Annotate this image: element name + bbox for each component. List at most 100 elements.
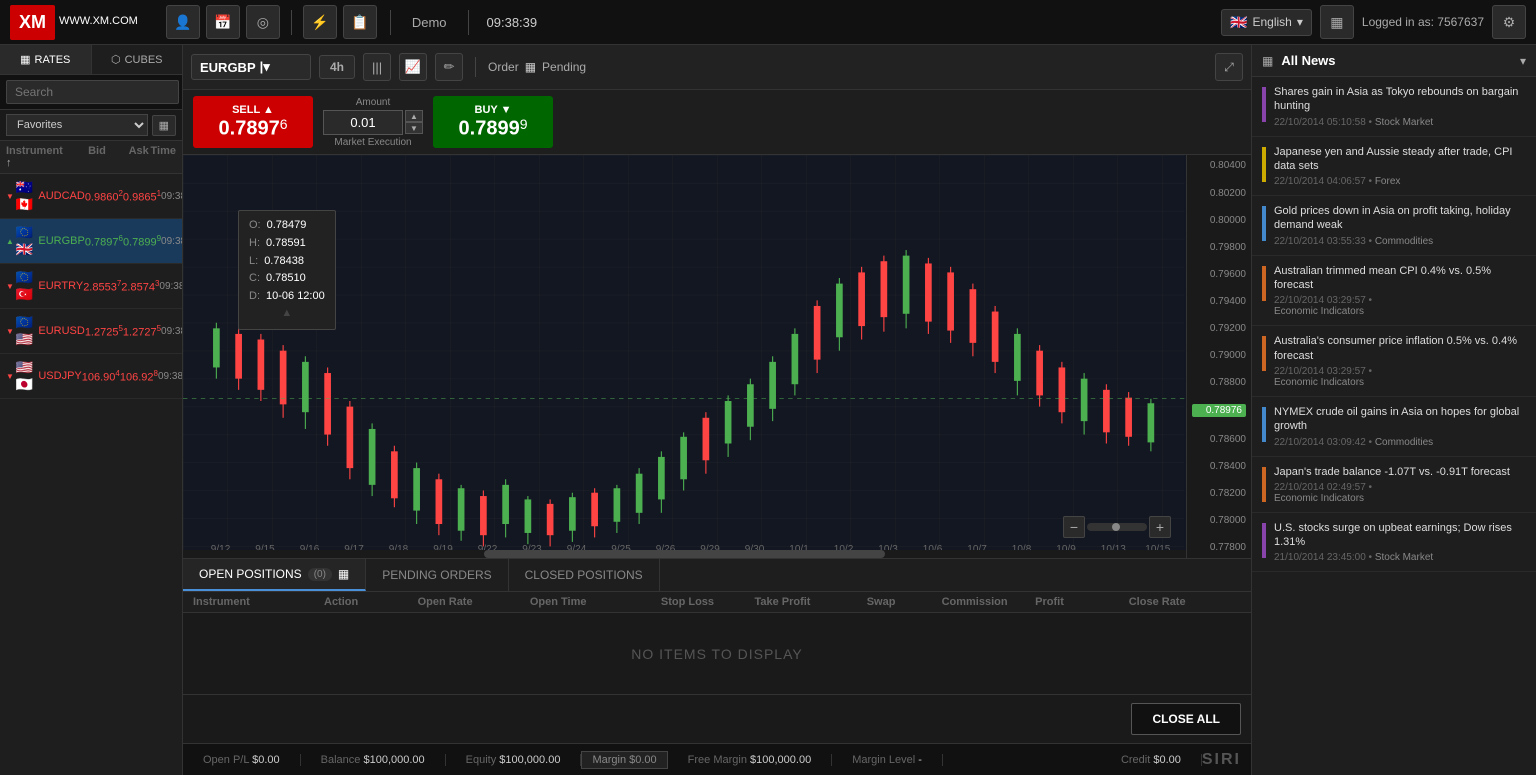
- tooltip-val-l: 0.78438: [264, 253, 304, 271]
- close-all-button[interactable]: CLOSE ALL: [1131, 703, 1241, 735]
- col-open-time: Open Time: [530, 596, 661, 608]
- list-item[interactable]: U.S. stocks surge on upbeat earnings; Do…: [1252, 513, 1536, 573]
- amount-input[interactable]: [323, 110, 403, 135]
- main-layout: ▦ RATES ⬡ CUBES 🔍 Favorites ▦ Instrument…: [0, 45, 1536, 775]
- circle-icon[interactable]: ◎: [246, 5, 280, 39]
- news-category: Economic Indicators: [1274, 306, 1364, 317]
- news-indicator: [1262, 266, 1266, 301]
- order-section: Order ▦ Pending: [488, 60, 586, 74]
- language-selector[interactable]: 🇬🇧 English ▾: [1221, 9, 1312, 36]
- instrument-bid: 0.98602: [85, 189, 123, 204]
- col-stop-loss: Stop Loss: [661, 596, 755, 608]
- tooltip-val-c: 0.78510: [266, 270, 306, 288]
- news-content: Gold prices down in Asia on profit takin…: [1274, 204, 1526, 247]
- list-item[interactable]: ▼ 🇪🇺🇺🇸 EURUSD 1.27255 1.27275 09:38: [0, 309, 182, 354]
- copy-icon[interactable]: 📋: [343, 5, 377, 39]
- news-indicator: [1262, 336, 1266, 371]
- pending-label: Pending: [542, 60, 586, 74]
- chart-scrollbar-thumb[interactable]: [484, 550, 885, 558]
- news-indicator: [1262, 147, 1266, 182]
- order-type-selector[interactable]: ▦: [525, 60, 536, 74]
- person-icon[interactable]: 👤: [166, 5, 200, 39]
- col-open-rate: Open Rate: [418, 596, 530, 608]
- price-label-4: 0.79800: [1192, 242, 1246, 253]
- lightning-icon[interactable]: ⚡: [303, 5, 337, 39]
- list-item[interactable]: Shares gain in Asia as Tokyo rebounds on…: [1252, 77, 1536, 137]
- equity-label: Equity: [466, 754, 500, 766]
- list-item[interactable]: Australia's consumer price inflation 0.5…: [1252, 326, 1536, 397]
- chart-area[interactable]: 9/12 9/15 9/16 9/17 9/18 9/19 9/22 9/23 …: [183, 155, 1251, 558]
- tab-closed-positions[interactable]: CLOSED POSITIONS: [509, 559, 660, 591]
- instrument-name: EURUSD: [38, 325, 84, 337]
- list-item[interactable]: ▼ 🇪🇺🇹🇷 EURTRY 2.85537 2.85743 09:38: [0, 264, 182, 309]
- search-input[interactable]: [6, 80, 179, 104]
- draw-icon[interactable]: ✏: [435, 53, 463, 81]
- amount-increment[interactable]: ▲: [405, 110, 423, 122]
- news-indicator: [1262, 523, 1266, 558]
- amount-section: Amount ▲ ▼ Market Execution: [323, 97, 423, 148]
- equity-status: Equity $100,000.00: [446, 754, 582, 766]
- tab-open-positions[interactable]: OPEN POSITIONS (0) ▦: [183, 559, 366, 591]
- chart-type-icon[interactable]: 📈: [399, 53, 427, 81]
- news-meta: 22/10/2014 03:09:42 • Commodities: [1274, 437, 1526, 448]
- list-item[interactable]: Gold prices down in Asia on profit takin…: [1252, 196, 1536, 256]
- logo-icon: XM: [10, 5, 55, 40]
- no-items-message: NO ITEMS TO DISPLAY: [183, 613, 1251, 694]
- instrument-name: USDJPY: [38, 370, 81, 382]
- news-category: Economic Indicators: [1274, 377, 1364, 388]
- instrument-name: EURGBP: [38, 235, 84, 247]
- amount-decrement[interactable]: ▼: [405, 122, 423, 134]
- news-dropdown-icon[interactable]: ▾: [1520, 54, 1526, 68]
- grid-view-button[interactable]: ▦: [152, 115, 176, 136]
- symbol-selector[interactable]: EURGBP |▾: [191, 54, 311, 80]
- chart-bars-icon[interactable]: |||: [363, 53, 391, 81]
- col-commission: Commission: [942, 596, 1036, 608]
- settings-icon[interactable]: ⚙: [1492, 5, 1526, 39]
- free-margin-label: Free Margin: [688, 754, 750, 766]
- chart-scrollbar[interactable]: [183, 550, 1186, 558]
- news-meta: 22/10/2014 02:49:57 •Economic Indicators: [1274, 482, 1526, 504]
- logo: XM WWW.XM.COM: [10, 5, 138, 40]
- table-icon: ▦: [338, 567, 349, 581]
- list-item[interactable]: NYMEX crude oil gains in Asia on hopes f…: [1252, 397, 1536, 457]
- status-bar: Open P/L $0.00 Balance $100,000.00 Equit…: [183, 743, 1251, 775]
- instrument-bid: 1.27255: [85, 324, 123, 339]
- list-item[interactable]: Japan's trade balance -1.07T vs. -0.91T …: [1252, 457, 1536, 513]
- balance-value: $100,000.00: [363, 754, 424, 766]
- favorites-select[interactable]: Favorites: [6, 114, 148, 136]
- tooltip-val-o: 0.78479: [267, 217, 307, 235]
- tab-rates[interactable]: ▦ RATES: [0, 45, 92, 74]
- list-item[interactable]: ▼ 🇦🇺🇨🇦 AUDCAD 0.98602 0.98651 09:38: [0, 174, 182, 219]
- ask-col-header: Ask: [106, 145, 149, 169]
- fullscreen-button[interactable]: ⤢: [1215, 53, 1243, 81]
- price-label-1: 0.80400: [1192, 160, 1246, 171]
- buy-label: BUY ▼: [449, 104, 537, 116]
- bottom-footer: CLOSE ALL: [183, 694, 1251, 743]
- col-close-rate: Close Rate: [1129, 596, 1241, 608]
- list-item[interactable]: Australian trimmed mean CPI 0.4% vs. 0.5…: [1252, 256, 1536, 327]
- sell-button[interactable]: SELL ▲ 0.78976: [193, 96, 313, 148]
- buy-button[interactable]: BUY ▼ 0.78999: [433, 96, 553, 148]
- zoom-in-button[interactable]: +: [1149, 516, 1171, 538]
- news-indicator: [1262, 407, 1266, 442]
- order-label: Order: [488, 60, 519, 74]
- zoom-out-button[interactable]: −: [1063, 516, 1085, 538]
- instrument-name: AUDCAD: [38, 190, 84, 202]
- calendar-icon[interactable]: 📅: [206, 5, 240, 39]
- order-bar-icon: ▦: [525, 60, 536, 74]
- list-item[interactable]: ▲ 🇪🇺🇬🇧 EURGBP 0.78976 0.78999 09:38: [0, 219, 182, 264]
- list-item[interactable]: Japanese yen and Aussie steady after tra…: [1252, 137, 1536, 197]
- grid-icon[interactable]: ▦: [1320, 5, 1354, 39]
- news-title: All News: [1281, 53, 1512, 68]
- news-headline: Shares gain in Asia as Tokyo rebounds on…: [1274, 85, 1526, 114]
- list-item[interactable]: ▼ 🇺🇸🇯🇵 USDJPY 106.904 106.928 09:38: [0, 354, 182, 399]
- instrument-name: EURTRY: [38, 280, 83, 292]
- instrument-ask: 1.27275: [123, 324, 161, 339]
- tab-pending-orders[interactable]: PENDING ORDERS: [366, 559, 508, 591]
- zoom-track[interactable]: [1087, 523, 1147, 531]
- bottom-panel: OPEN POSITIONS (0) ▦ PENDING ORDERS CLOS…: [183, 558, 1251, 743]
- timeframe-button[interactable]: 4h: [319, 55, 355, 79]
- tab-cubes[interactable]: ⬡ CUBES: [92, 45, 183, 74]
- instrument-list: ▼ 🇦🇺🇨🇦 AUDCAD 0.98602 0.98651 09:38 ▲ 🇪🇺…: [0, 174, 182, 775]
- news-meta: 22/10/2014 03:55:33 • Commodities: [1274, 236, 1526, 247]
